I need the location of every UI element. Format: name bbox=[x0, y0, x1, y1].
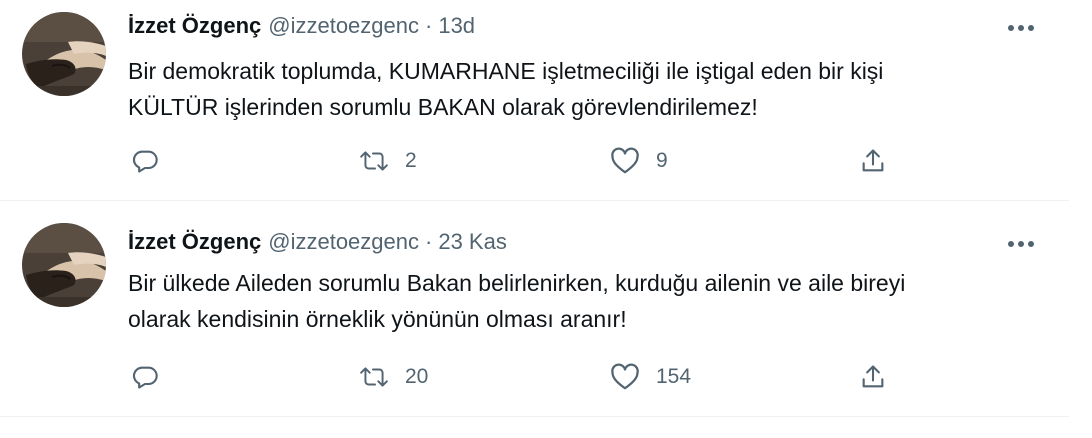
heart-icon bbox=[610, 146, 640, 176]
retweet-count: 2 bbox=[405, 149, 417, 172]
tweet-timeline: İzzet Özgenç @izzetoezgenc · 13d Bir dem… bbox=[0, 0, 1069, 438]
like-button[interactable]: 9 bbox=[610, 144, 668, 178]
share-button[interactable] bbox=[858, 144, 888, 178]
more-options-button[interactable] bbox=[1006, 13, 1036, 43]
like-count: 9 bbox=[656, 149, 668, 172]
author-handle[interactable]: @izzetoezgenc bbox=[268, 11, 419, 41]
reply-icon bbox=[130, 146, 160, 176]
tweet-timestamp[interactable]: 23 Kas bbox=[438, 227, 507, 257]
tweet-text: Bir ülkede Aileden sorumlu Bakan belirle… bbox=[128, 265, 1048, 337]
more-options-button[interactable] bbox=[1006, 229, 1036, 259]
tweet-header: İzzet Özgenç @izzetoezgenc · 23 Kas bbox=[128, 227, 507, 257]
tweet[interactable]: İzzet Özgenç @izzetoezgenc · 23 Kas Bir … bbox=[0, 201, 1069, 417]
tweet[interactable]: İzzet Özgenç @izzetoezgenc · 13d Bir dem… bbox=[0, 0, 1069, 201]
retweet-icon bbox=[359, 146, 389, 176]
avatar[interactable] bbox=[22, 223, 106, 307]
heart-icon bbox=[610, 362, 640, 392]
author-name[interactable]: İzzet Özgenç bbox=[128, 11, 261, 41]
author-handle[interactable]: @izzetoezgenc bbox=[268, 227, 419, 257]
tweet-text-line: KÜLTÜR işlerinden sorumlu BAKAN olarak g… bbox=[128, 94, 758, 120]
share-icon bbox=[858, 362, 888, 392]
retweet-button[interactable]: 2 bbox=[359, 144, 417, 178]
retweet-button[interactable]: 20 bbox=[359, 360, 428, 394]
share-icon bbox=[858, 146, 888, 176]
like-count: 154 bbox=[656, 365, 692, 388]
tweet-text-line: Bir demokratik toplumda, KUMARHANE işlet… bbox=[128, 58, 884, 84]
more-horizontal-icon bbox=[1008, 241, 1034, 247]
tweet-header: İzzet Özgenç @izzetoezgenc · 13d bbox=[128, 11, 475, 41]
share-button[interactable] bbox=[858, 360, 888, 394]
tweet-text-line: olarak kendisinin örneklik yönünün olmas… bbox=[128, 306, 627, 332]
author-name[interactable]: İzzet Özgenç bbox=[128, 227, 261, 257]
separator: · bbox=[425, 13, 433, 38]
avatar[interactable] bbox=[22, 12, 106, 96]
tweet-text: Bir demokratik toplumda, KUMARHANE işlet… bbox=[128, 53, 1048, 125]
reply-button[interactable] bbox=[130, 360, 176, 394]
retweet-count: 20 bbox=[405, 365, 429, 388]
like-button[interactable]: 154 bbox=[610, 360, 691, 394]
tweet-actions: 20 154 bbox=[128, 360, 908, 394]
tweet-actions: 2 9 bbox=[128, 144, 908, 178]
retweet-icon bbox=[359, 362, 389, 392]
reply-icon bbox=[130, 362, 160, 392]
more-horizontal-icon bbox=[1008, 25, 1034, 31]
tweet-timestamp[interactable]: 13d bbox=[438, 11, 475, 41]
separator: · bbox=[425, 229, 433, 254]
tweet-text-line: Bir ülkede Aileden sorumlu Bakan belirle… bbox=[128, 270, 906, 296]
reply-button[interactable] bbox=[130, 144, 176, 178]
